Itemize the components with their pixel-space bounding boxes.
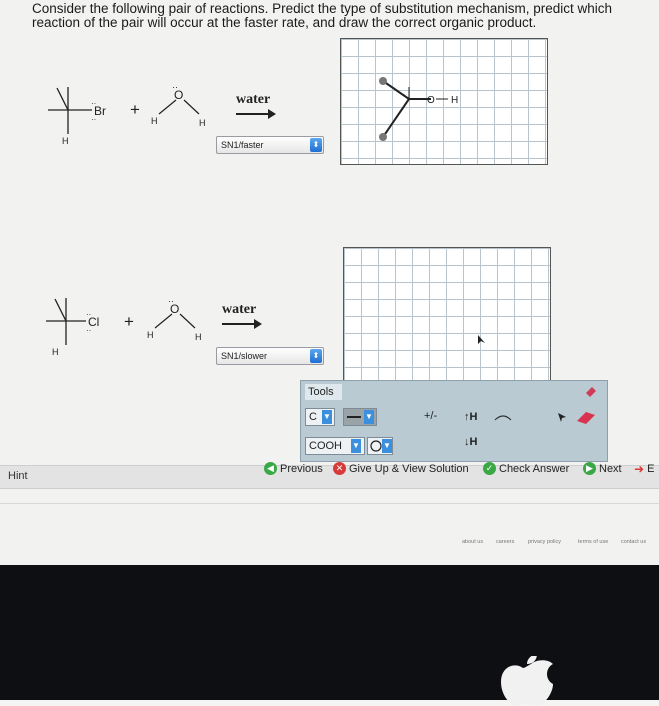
hint-link[interactable]: Hint [8,470,28,482]
single-bond-icon [347,416,361,418]
hydrogen-label: H [451,95,458,106]
tools-tab[interactable]: Tools [305,384,342,400]
carbon-label: C [309,411,317,423]
chevron-down-icon: ▼ [351,439,361,453]
carbon-tool[interactable]: C ▼ [305,408,335,426]
check-answer-button[interactable]: ✓ Check Answer [483,462,569,475]
select-value: SN1/slower [221,351,268,361]
solvent-label: water [236,92,271,107]
eraser-icon[interactable] [584,384,598,398]
question-text: Consider the following pair of reactions… [32,1,613,30]
chevron-updown-icon: ⬍ [310,138,322,152]
arrow-left-icon: ◀ [264,462,277,475]
x-circle-icon: ✕ [333,462,346,475]
tert-butyl-bromide-structure: Br H ·· ·· [48,87,106,146]
arrow-right-icon: ▶ [583,462,596,475]
svg-text:··: ·· [91,99,96,108]
cooh-label: COOH [309,440,342,452]
exit-icon: ➜ [634,462,645,476]
product-structure: O H [379,77,458,141]
svg-text:··: ·· [168,296,174,306]
apple-logo-icon [501,656,553,706]
monitor-bezel [0,565,659,700]
give-up-button[interactable]: ✕ Give Up & View Solution [333,462,469,475]
mechanism-select-1[interactable]: SN1/faster ⬍ [216,136,324,154]
drawing-canvas-2[interactable] [343,247,551,381]
water-structure: O ·· H H [151,82,206,128]
drawing-canvas-1[interactable]: O H [340,38,548,165]
exit-label: E [647,463,655,475]
hydrogen-label: H [62,136,69,146]
chevron-down-icon: ▼ [382,439,392,453]
svg-text:··: ·· [91,115,96,124]
tert-butyl-chloride-structure: Cl H ·· ·· [46,298,99,357]
reaction-arrow [222,319,262,329]
pointer-icon[interactable] [556,411,568,423]
hydrogen-label: H [52,347,59,357]
hydrogen-label: H [199,118,206,128]
hydrogen-label: H [151,116,158,126]
select-value: SN1/faster [221,140,264,150]
footer-contact-link[interactable]: contact us [621,539,646,545]
mechanism-select-2[interactable]: SN1/slower ⬍ [216,347,324,365]
eraser-icon[interactable] [574,409,598,425]
browser-screen: Consider the following pair of reactions… [0,0,659,565]
chevron-down-icon: ▼ [322,410,332,424]
reaction-arrow [236,109,276,119]
hexagon-ring-icon [370,440,382,452]
cooh-tool[interactable]: COOH ▼ [305,437,365,455]
svg-text:··: ·· [86,310,91,319]
footer-about-link[interactable]: about us [462,539,483,545]
footer-careers-link[interactable]: careers [496,539,514,545]
hydrogen-label: H [195,332,202,342]
previous-button[interactable]: ◀ Previous [264,462,323,475]
oxygen-label: O [427,95,435,106]
check-label: Check Answer [499,462,570,475]
svg-text:··: ·· [172,82,178,92]
ring-tool[interactable]: ▼ [367,437,393,455]
next-button[interactable]: ▶ Next [583,462,622,475]
bond-tool[interactable]: ▼ [343,408,377,426]
cursor-icon [478,335,485,344]
plus-sign: + [130,100,140,119]
hydrogen-down-tool[interactable]: ↓H [464,436,477,448]
divider [0,489,659,504]
chevron-updown-icon: ⬍ [310,349,322,363]
hydrogen-up-tool[interactable]: ↑H [464,411,477,423]
charge-tool[interactable]: +/- [424,410,437,422]
arc-arrow-icon[interactable] [493,412,513,422]
chevron-down-icon: ▼ [364,410,374,424]
plus-sign: + [124,312,134,331]
give-up-label: Give Up & View Solution [349,462,469,475]
exit-button[interactable]: ➜ E [634,462,654,476]
previous-label: Previous [280,462,323,475]
footer-terms-link[interactable]: terms of use [578,539,608,545]
hydrogen-label: H [147,330,154,340]
footer-privacy-link[interactable]: privacy policy [528,539,561,545]
check-icon: ✓ [483,462,496,475]
svg-text:··: ·· [86,326,91,335]
next-label: Next [599,462,622,475]
solvent-label: water [222,302,257,317]
water-structure: O ·· H H [147,296,202,342]
